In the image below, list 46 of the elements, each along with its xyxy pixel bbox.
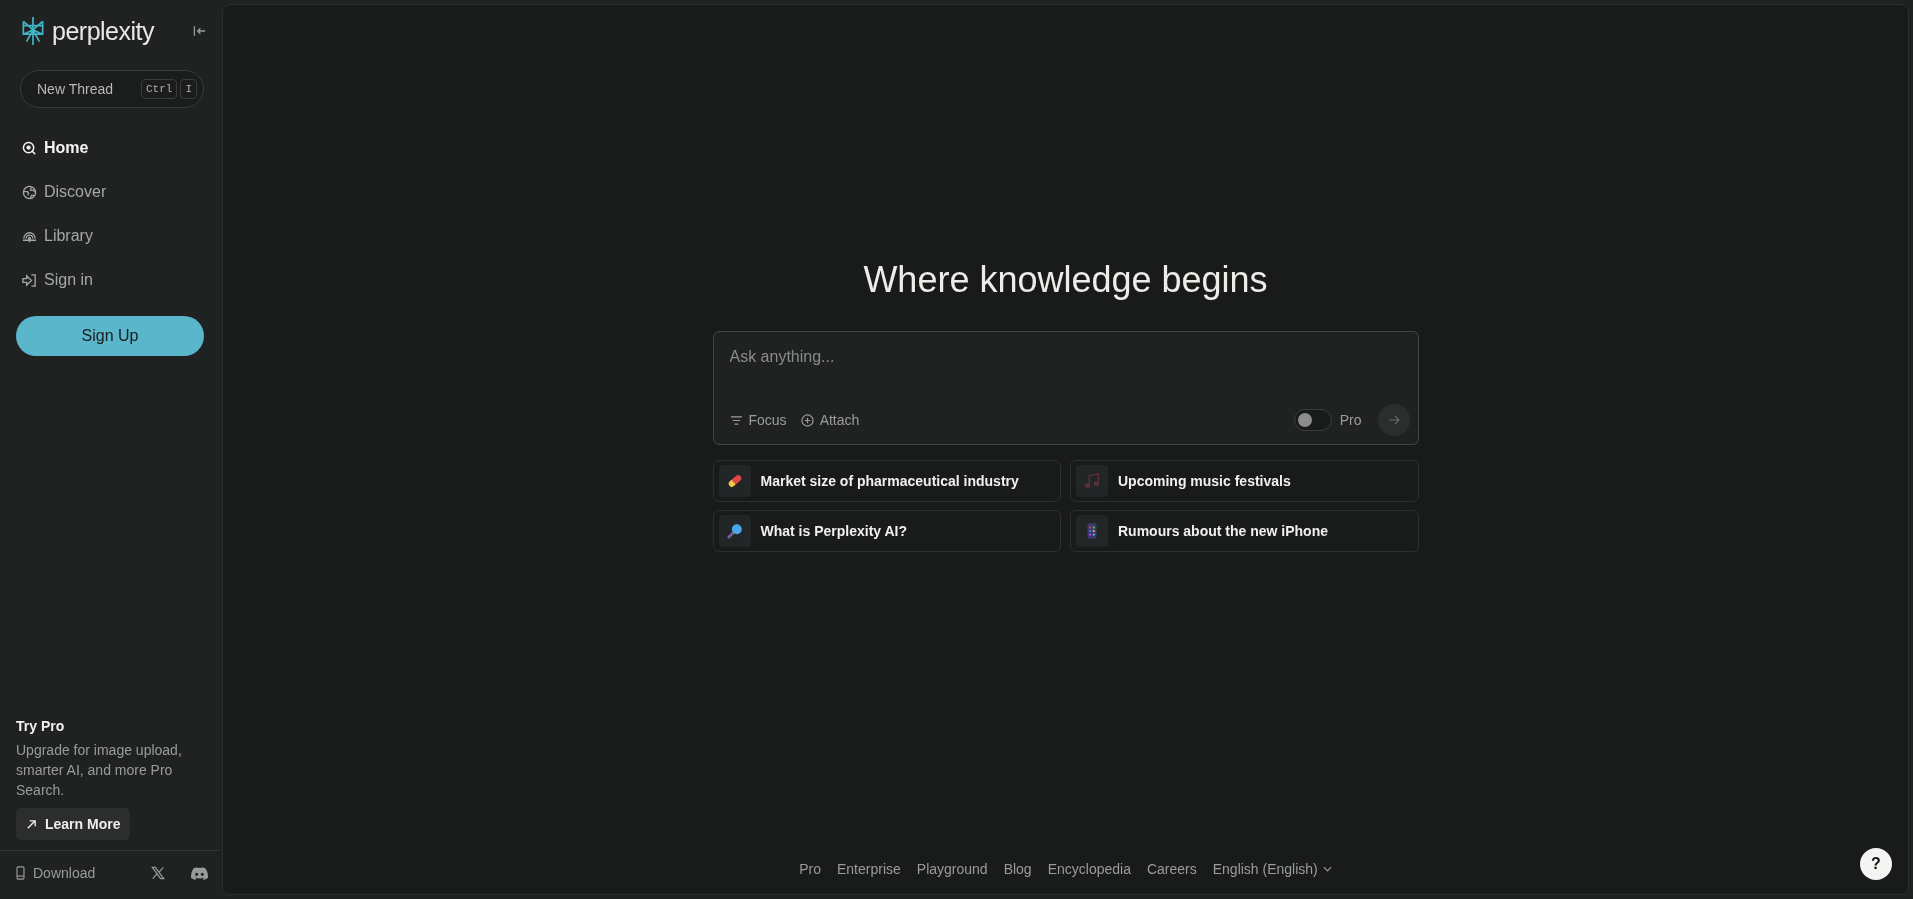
globe-icon [22, 184, 37, 200]
logo-icon [20, 16, 46, 46]
tool-button[interactable]: Focus [729, 412, 787, 428]
pro-toggle[interactable] [1293, 409, 1332, 431]
chevron-down-icon [1322, 866, 1332, 872]
arrow-up-right-icon [26, 818, 37, 830]
learn-more-button[interactable]: Learn More [16, 808, 131, 840]
phone-icon [16, 866, 25, 880]
keyboard-key: Ctrl [141, 79, 178, 99]
nav-link[interactable]: Discover [22, 170, 220, 214]
download-link[interactable]: Download [16, 865, 96, 881]
logo-text: perplexity [52, 16, 154, 46]
suggestion-button[interactable]: Upcoming music festivals [1070, 460, 1419, 502]
filter-icon [729, 414, 743, 426]
magnifier-icon [725, 522, 744, 540]
footer-link[interactable]: Blog [1003, 861, 1032, 877]
ask-box[interactable]: Ask anything... Focus Attach Pro [712, 331, 1419, 445]
suggestion-button[interactable]: Market size of pharmaceutical industry [712, 460, 1061, 502]
search-icon [22, 140, 37, 156]
language-selector[interactable]: English (English) [1212, 861, 1332, 877]
footer-link[interactable]: Careers [1146, 861, 1197, 877]
arrow-right-icon [1387, 415, 1400, 425]
tool-button[interactable]: Attach [800, 412, 860, 428]
suggestion-button[interactable]: What is Perplexity AI? [712, 510, 1061, 552]
suggestion-button[interactable]: Rumours about the new iPhone [1070, 510, 1419, 552]
footer-link[interactable]: Encyclopedia [1047, 861, 1131, 877]
x-logo-icon[interactable] [151, 866, 165, 880]
sign-in-icon [22, 272, 37, 288]
pro-label: Pro [1339, 412, 1362, 428]
nav-link[interactable]: Home [22, 126, 220, 170]
footer-link[interactable]: Playground [916, 861, 988, 877]
nav-link[interactable]: Library [22, 214, 220, 258]
nav-link[interactable]: Sign in [22, 258, 220, 302]
help-button[interactable]: ? [1860, 848, 1892, 880]
music-note-icon [1083, 472, 1101, 490]
keyboard-key: I [180, 79, 197, 99]
sign-up-button[interactable]: Sign Up [16, 316, 204, 356]
new-thread-button[interactable]: New Thread Ctrl I [20, 70, 204, 108]
promo-text: Upgrade for image upload, smarter AI, and more Pro Search. [16, 741, 183, 800]
promo-title: Try Pro [16, 718, 66, 734]
footer-link[interactable]: Pro [799, 861, 821, 877]
discord-logo-icon[interactable] [191, 866, 208, 880]
page-heading: Where knowledge begins [863, 259, 1268, 301]
plus-circle-icon [800, 413, 814, 427]
collapse-sidebar-icon[interactable] [193, 25, 206, 37]
footer-link[interactable]: Enterprise [837, 861, 901, 877]
